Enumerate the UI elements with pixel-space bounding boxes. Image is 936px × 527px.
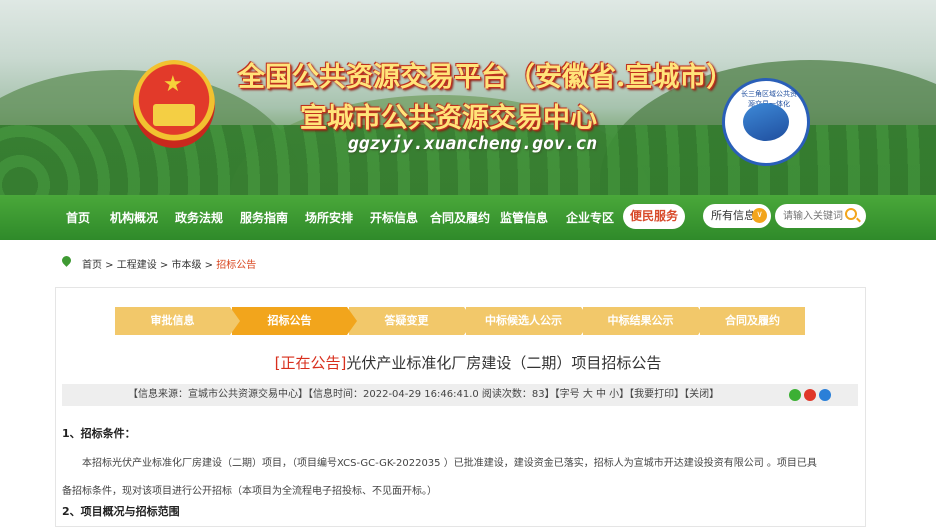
nav-item-guide[interactable]: 服务指南 — [240, 209, 288, 226]
section-heading: 1、招标条件： — [62, 427, 136, 440]
section-heading: 2、项目概况与招标范围 — [62, 505, 180, 518]
nav-item-regulations[interactable]: 政务法规 — [175, 209, 223, 226]
search-scope-value: 所有信息 — [711, 209, 755, 222]
convenience-service-button[interactable]: 便民服务 — [623, 204, 685, 229]
search-icon[interactable] — [845, 208, 857, 220]
step-qa-changes[interactable]: 答疑变更 — [349, 307, 474, 335]
nav-item-bid-opening[interactable]: 开标信息 — [370, 209, 418, 226]
nav-item-contracts[interactable]: 合同及履约 — [430, 209, 490, 226]
national-emblem-icon: ★ — [133, 60, 215, 148]
breadcrumb-current[interactable]: 招标公告 — [216, 260, 256, 271]
logo-wave-icon — [743, 103, 789, 141]
step-result-publicity[interactable]: 中标结果公示 — [583, 307, 708, 335]
main-nav: 首页 机构概况 政务法规 服务指南 场所安排 开标信息 合同及履约 监管信息 企… — [0, 195, 936, 240]
nav-item-organization[interactable]: 机构概况 — [110, 209, 158, 226]
status-badge: [正在公告] — [274, 354, 347, 372]
site-title-line1: 全国公共资源交易平台（安徽省.宣城市） — [238, 62, 734, 93]
process-steps: 审批信息 招标公告 答疑变更 中标候选人公示 中标结果公示 合同及履约 — [115, 307, 805, 335]
nav-item-supervision[interactable]: 监管信息 — [500, 209, 548, 226]
article-paragraph: 本招标光伏产业标准化厂房建设（二期）项目，（项目编号XCS-GC-GK-2022… — [62, 458, 817, 497]
weibo-share-icon[interactable] — [804, 389, 816, 401]
article-meta-bar: 【信息来源：宣城市公共资源交易中心】【信息时间：2022-04-29 16:46… — [62, 384, 858, 406]
article-title-text: 光伏产业标准化厂房建设（二期）项目招标公告 — [346, 354, 662, 372]
article-title: [正在公告]光伏产业标准化厂房建设（二期）项目招标公告 — [0, 352, 936, 373]
search-scope-select[interactable]: 所有信息 ∨ — [703, 204, 771, 228]
location-pin-icon — [60, 254, 73, 267]
breadcrumb-home[interactable]: 首页 — [82, 260, 102, 271]
chevron-down-icon: ∨ — [752, 208, 767, 223]
nav-item-home[interactable]: 首页 — [66, 209, 90, 226]
qq-share-icon[interactable] — [819, 389, 831, 401]
breadcrumb-engineering[interactable]: 工程建设 — [117, 260, 157, 271]
step-approval[interactable]: 审批信息 — [115, 307, 240, 335]
site-domain: ggzyjy.xuancheng.gov.cn — [348, 133, 598, 154]
step-candidate-publicity[interactable]: 中标候选人公示 — [466, 307, 591, 335]
nav-item-venue[interactable]: 场所安排 — [305, 209, 353, 226]
nav-item-enterprise[interactable]: 企业专区 — [566, 209, 614, 226]
wechat-share-icon[interactable] — [789, 389, 801, 401]
article-meta: 【信息来源：宣城市公共资源交易中心】【信息时间：2022-04-29 16:46… — [128, 389, 720, 400]
step-contract[interactable]: 合同及履约 — [700, 307, 805, 335]
breadcrumb-city-level[interactable]: 市本级 — [172, 260, 202, 271]
header-banner: ★ 全国公共资源交易平台（安徽省.宣城市） 宣城市公共资源交易中心 ggzyjy… — [0, 0, 936, 195]
yangtze-delta-logo: 长三角区域公共资源交易一体化 — [722, 78, 810, 166]
breadcrumb: 首页 > 工程建设 > 市本级 > 招标公告 — [82, 260, 257, 271]
site-title-line2: 宣城市公共资源交易中心 — [300, 103, 597, 134]
step-tender-notice[interactable]: 招标公告 — [232, 307, 357, 335]
